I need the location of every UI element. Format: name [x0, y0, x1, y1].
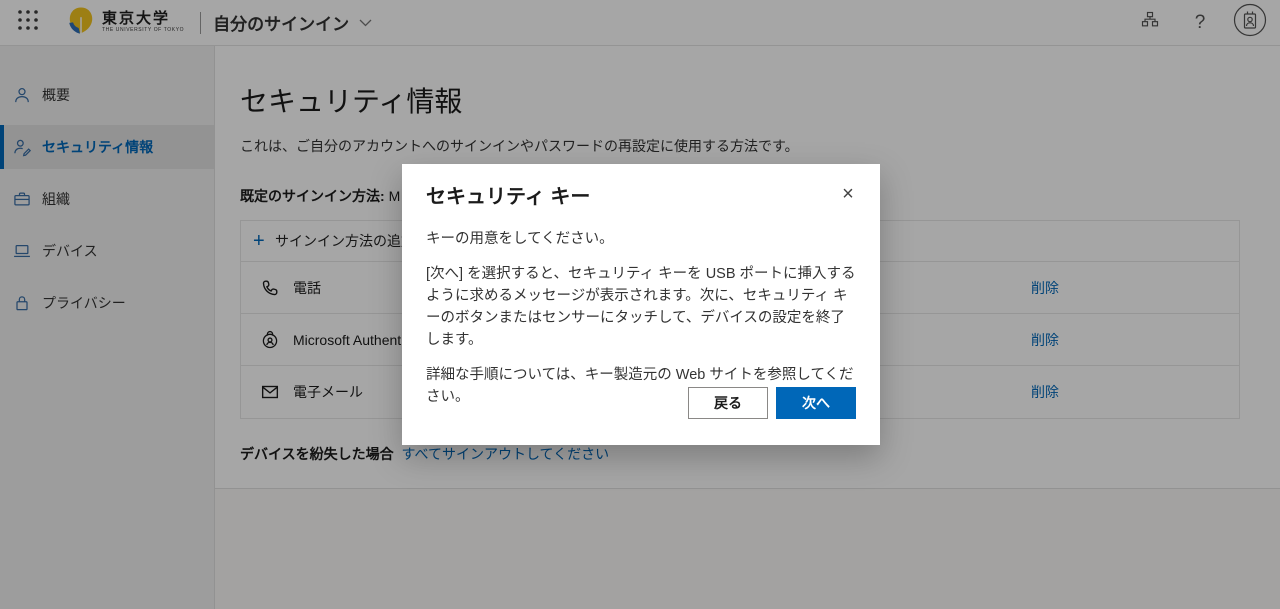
dialog-title: セキュリティ キー [426, 184, 856, 210]
next-button[interactable]: 次へ [776, 387, 856, 419]
security-key-dialog: セキュリティ キー × キーの用意をしてください。 [次へ] を選択すると、セキ… [402, 164, 880, 445]
back-button[interactable]: 戻る [688, 387, 768, 419]
dialog-paragraph: キーの用意をしてください。 [426, 228, 856, 250]
dialog-paragraph: [次へ] を選択すると、セキュリティ キーを USB ポートに挿入するように求め… [426, 263, 856, 351]
close-icon[interactable]: × [834, 180, 862, 208]
